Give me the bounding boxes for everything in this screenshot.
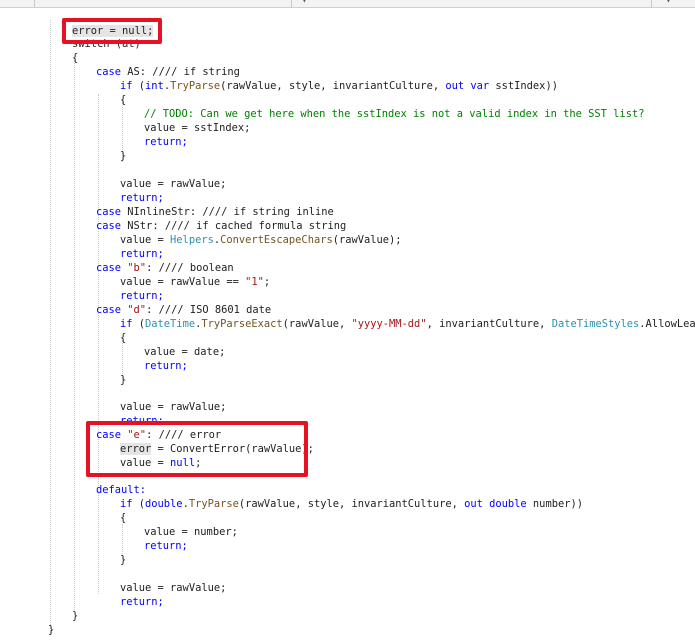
code-line: if (DateTime.TryParseExact(rawValue, "yy… xyxy=(120,317,695,331)
code-token: value = rawValue == xyxy=(120,276,246,288)
chevron-down-icon[interactable]: ▾ xyxy=(666,0,671,5)
code-line: { xyxy=(120,332,127,344)
code-token: ConvertEscapeChars xyxy=(220,234,333,246)
code-token: if xyxy=(120,318,133,330)
code-token: NStr xyxy=(127,220,153,232)
code-token: ( xyxy=(132,498,146,510)
code-token: TryParse xyxy=(170,80,221,92)
code-line: return; xyxy=(120,192,164,204)
type-dropdown[interactable] xyxy=(34,0,283,7)
highlight-box-case-e xyxy=(86,421,308,477)
code-line: } xyxy=(120,150,127,162)
code-line: return; xyxy=(120,596,164,608)
code-token: "yyyy-MM-dd" xyxy=(351,318,427,330)
code-token: int xyxy=(145,80,164,92)
code-line: { xyxy=(72,52,79,64)
code-token: : //// if string inline xyxy=(189,206,334,218)
code-line: case NStr: //// if cached formula string xyxy=(96,219,346,233)
code-token: double xyxy=(145,498,183,510)
code-token: ; xyxy=(263,276,271,288)
code-line: } xyxy=(120,554,127,566)
navigation-bar: ▾ ▾ xyxy=(0,0,695,8)
code-line: { xyxy=(120,94,127,106)
code-token: (rawValue, style, invariantCulture, xyxy=(238,498,465,510)
code-token: : //// if string xyxy=(139,66,240,78)
code-token: TryParse xyxy=(188,498,239,510)
code-line: return; xyxy=(120,248,164,260)
scroll-button[interactable]: ▾ xyxy=(651,0,695,7)
highlight-box-error-null xyxy=(62,18,162,44)
code-line: case "d": //// ISO 8601 date xyxy=(96,303,271,317)
code-token: case xyxy=(96,304,128,316)
code-line: value = rawValue; xyxy=(120,178,227,190)
code-line: value = rawValue; xyxy=(120,401,227,413)
code-token: value = xyxy=(120,234,171,246)
code-token: DateTimeStyles xyxy=(551,318,640,330)
code-line: return; xyxy=(144,136,188,148)
code-token: case xyxy=(96,220,128,232)
code-line: default: xyxy=(96,484,147,496)
code-token: case xyxy=(96,262,128,274)
code-token: (rawValue, style, invariantCulture, xyxy=(220,80,446,92)
code-line: { xyxy=(120,512,127,524)
code-line: case NInlineStr: //// if string inline xyxy=(96,205,334,219)
code-token: "d" xyxy=(127,304,147,316)
code-token: sstIndex)) xyxy=(489,80,558,92)
code-token: : //// boolean xyxy=(146,262,234,274)
code-line: value = date; xyxy=(144,346,226,358)
code-line: if (int.TryParse(rawValue, style, invari… xyxy=(120,79,558,93)
code-line: value = sstIndex; xyxy=(144,122,251,134)
code-line: } xyxy=(72,610,79,622)
code-line: return; xyxy=(144,360,188,372)
code-token: ( xyxy=(132,80,146,92)
code-token: number)) xyxy=(526,498,583,510)
code-token: if xyxy=(120,498,133,510)
member-dropdown[interactable]: ▾ xyxy=(291,0,652,7)
code-line: return; xyxy=(144,540,188,552)
code-token: if xyxy=(120,80,133,92)
code-token: DateTime xyxy=(145,318,196,330)
code-line: } xyxy=(120,374,127,386)
code-line: value = rawValue == "1"; xyxy=(120,275,270,289)
code-line: case AS: //// if string xyxy=(96,65,240,79)
code-token: case xyxy=(96,206,128,218)
code-token: out var xyxy=(445,80,490,92)
code-token: "1" xyxy=(245,276,264,288)
chevron-down-icon[interactable]: ▾ xyxy=(302,0,307,5)
code-line: case "b": //// boolean xyxy=(96,261,234,275)
code-token: case xyxy=(96,66,128,78)
code-token: .AllowLeadingWhi xyxy=(639,318,695,330)
code-token: "b" xyxy=(127,262,147,274)
code-token: , invariantCulture, xyxy=(426,318,552,330)
code-token: TryParseExact xyxy=(201,318,283,330)
code-token: (rawValue, xyxy=(282,318,352,330)
code-line: value = Helpers.ConvertEscapeChars(rawVa… xyxy=(120,233,402,247)
code-token: Helpers xyxy=(170,234,214,246)
code-token: (rawValue); xyxy=(332,234,402,246)
code-token: NInlineStr xyxy=(127,206,190,218)
code-token: AS xyxy=(127,66,140,78)
code-token: out double xyxy=(464,498,527,510)
code-line: if (double.TryParse(rawValue, style, inv… xyxy=(120,497,583,511)
code-comment: // TODO: Can we get here when the sstInd… xyxy=(144,108,645,120)
code-line: } xyxy=(48,624,55,636)
code-line: return; xyxy=(120,290,164,302)
code-token: : //// ISO 8601 date xyxy=(146,304,272,316)
code-token: : //// if cached formula string xyxy=(152,220,347,232)
code-token: ( xyxy=(132,318,146,330)
code-editor[interactable]: error = null; switch (at) { case AS: ///… xyxy=(0,8,695,640)
code-line: value = rawValue; xyxy=(120,582,227,594)
code-line: value = number; xyxy=(144,526,238,538)
